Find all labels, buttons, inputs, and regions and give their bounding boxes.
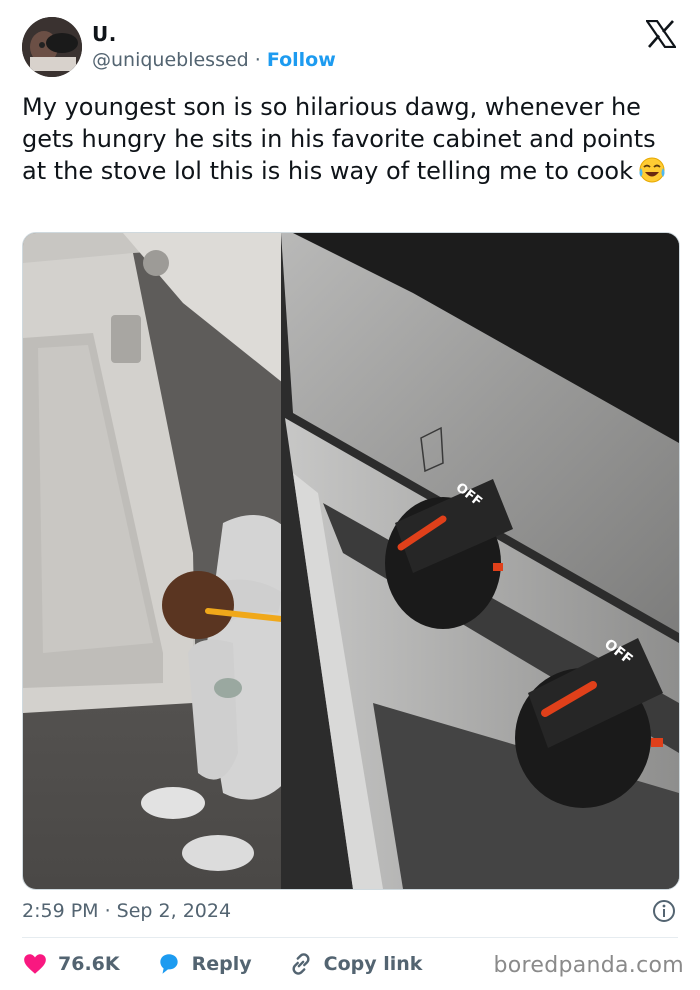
copy-link-label: Copy link: [323, 953, 423, 975]
tweet-photo[interactable]: OFF OFF: [22, 232, 680, 890]
reply-label: Reply: [191, 953, 252, 975]
like-button[interactable]: 76.6K: [22, 951, 120, 977]
user-handle[interactable]: @uniqueblessed: [92, 49, 249, 71]
avatar[interactable]: [22, 17, 82, 77]
x-logo-icon[interactable]: [644, 19, 678, 49]
divider: [22, 937, 678, 938]
like-count: 76.6K: [58, 953, 120, 975]
reply-button[interactable]: Reply: [156, 951, 252, 977]
watermark: boredpanda.com: [493, 953, 684, 978]
reply-bubble-icon: [159, 954, 178, 974]
heart-icon: [24, 954, 46, 974]
info-icon[interactable]: [652, 899, 676, 923]
follow-button[interactable]: Follow: [267, 49, 336, 71]
tweet-text: My youngest son is so hilarious dawg, wh…: [22, 92, 682, 188]
link-icon: [292, 953, 310, 975]
handle-row: @uniqueblessed · Follow: [92, 49, 336, 71]
separator: ·: [248, 49, 267, 71]
tweet-body: My youngest son is so hilarious dawg, wh…: [22, 93, 656, 185]
user-name[interactable]: U.: [92, 22, 117, 46]
tweet-timestamp[interactable]: 2:59 PM · Sep 2, 2024: [22, 900, 231, 922]
copy-link-button[interactable]: Copy link: [288, 951, 423, 977]
action-bar: 76.6K Reply Copy link: [22, 948, 458, 980]
tears-of-joy-emoji-icon: [637, 155, 667, 185]
